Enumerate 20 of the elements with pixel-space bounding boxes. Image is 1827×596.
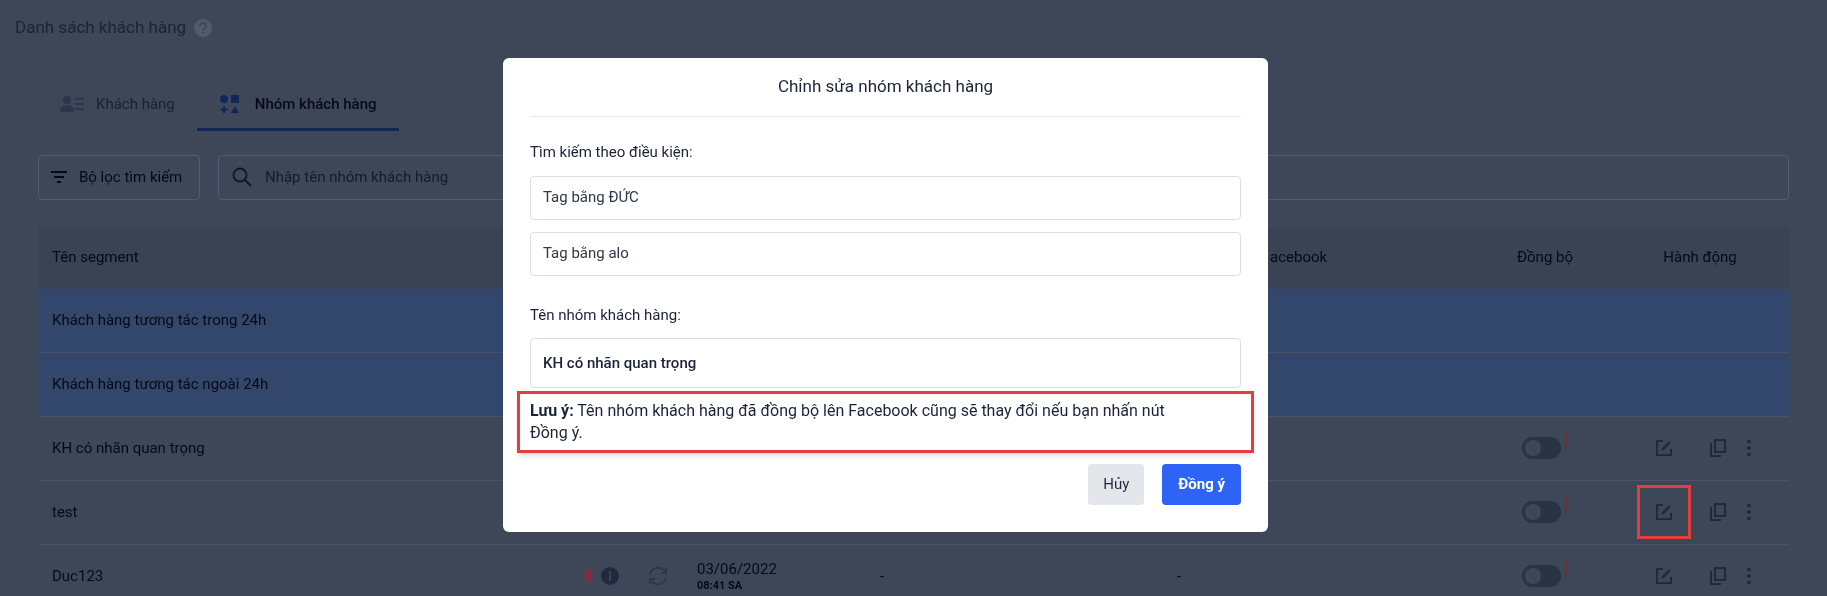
condition-field: Tag bằng alo [530,231,1241,276]
count-text: 0 [584,565,593,587]
segment-name: KH có nhãn quan trọng [52,438,205,457]
warning-note: Lưu ý: Tên nhóm khách hàng đã đồng bộ lên Facebook cũng sẽ thay đổi nếu bạn nhấn nút Đồng ý. [517,391,1254,453]
column-header: Hành động [1663,247,1737,269]
segment-name: test [52,502,78,521]
time-text: 08:41 SA [697,578,744,593]
table-cell: - [1177,566,1182,585]
segment-name: Khách hàng tương tác trong 24h [52,310,267,329]
column-header: acebook [1270,248,1328,267]
condition-field: Tag bằng ĐỨC [530,175,1241,220]
field-label: Tìm kiếm theo điều kiện: [530,142,694,163]
dialog-title: Chỉnh sửa nhóm khách hàng [777,75,994,99]
date-text: 03/06/2022 [697,559,778,579]
column-header: Đồng bộ [1517,247,1573,269]
segment-name: Khách hàng tương tác ngoài 24h [52,374,269,393]
table-cell: - [880,566,885,585]
segment-name: Duc123 [52,566,104,585]
field-label: Tên nhóm khách hàng: [530,304,682,326]
column-header: Tên segment [52,248,139,267]
